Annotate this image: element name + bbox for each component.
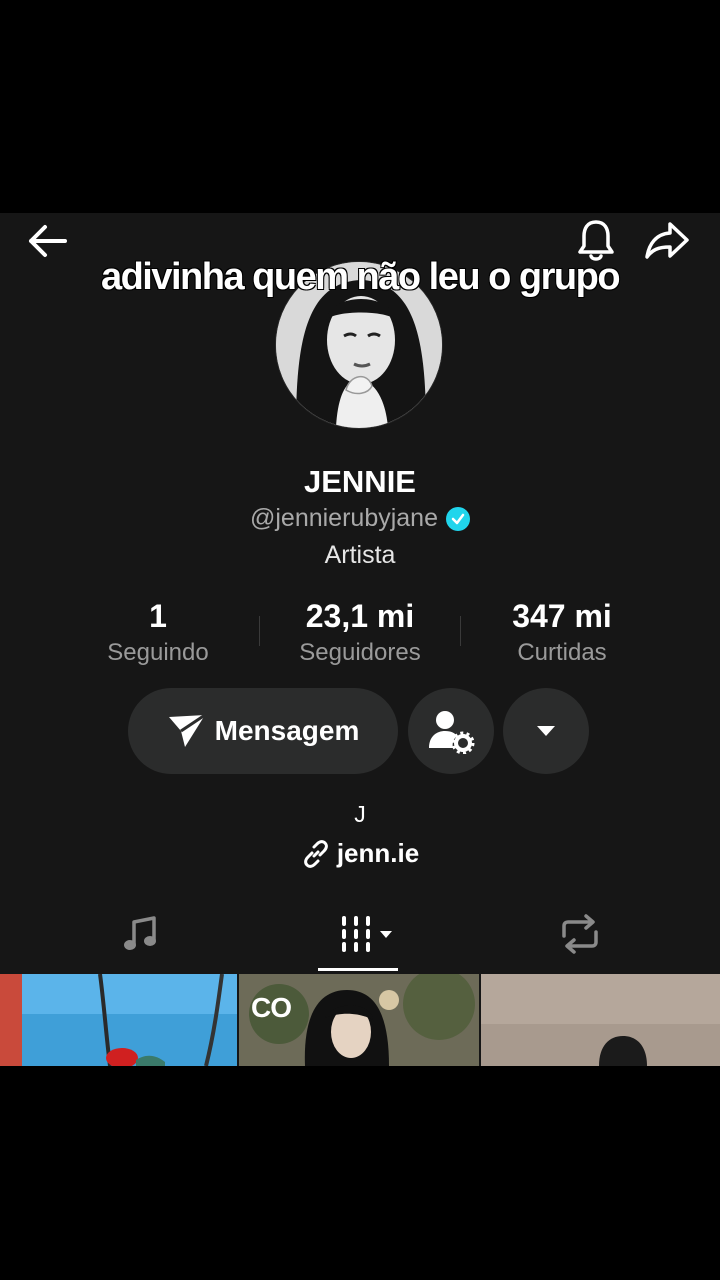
user-settings-icon	[429, 711, 475, 754]
tab-reposts[interactable]	[550, 910, 610, 958]
video-thumbnail[interactable]	[0, 974, 237, 1066]
stat-following[interactable]: 1 Seguindo	[58, 598, 258, 667]
message-button[interactable]: Mensagem	[128, 688, 398, 774]
profile-link[interactable]: jenn.ie	[0, 838, 720, 869]
profile-bio: J	[354, 801, 366, 827]
thumbnail-image	[481, 974, 720, 1066]
more-options-button[interactable]	[503, 688, 589, 774]
likes-label: Curtidas	[517, 639, 607, 666]
thumbnail-overlay-text: CO	[251, 992, 292, 1023]
repost-icon	[562, 914, 598, 954]
verified-badge-icon	[446, 506, 470, 531]
link-icon	[303, 839, 328, 868]
active-tab-indicator	[318, 968, 398, 971]
profile-handle: @jennierubyjane	[249, 504, 438, 532]
likes-count: 347 mi	[512, 598, 612, 634]
stat-divider	[460, 616, 461, 646]
friends-settings-button[interactable]	[408, 688, 494, 774]
following-label: Seguindo	[107, 639, 209, 666]
share-icon	[645, 222, 689, 259]
back-arrow-icon	[29, 225, 67, 257]
profile-link-text: jenn.ie	[336, 838, 420, 868]
chevron-down-icon	[537, 726, 555, 736]
handle-row: @jennierubyjane	[0, 504, 720, 533]
followers-count: 23,1 mi	[305, 598, 415, 634]
following-count: 1	[149, 598, 167, 634]
thumbnail-image	[0, 974, 237, 1066]
stat-followers[interactable]: 23,1 mi Seguidores	[260, 598, 460, 667]
tab-music[interactable]	[110, 910, 170, 958]
stat-likes[interactable]: 347 mi Curtidas	[462, 598, 662, 667]
send-icon	[168, 713, 206, 747]
letterbox-bottom	[0, 1066, 720, 1280]
video-thumbnail[interactable]	[481, 974, 720, 1066]
followers-label: Seguidores	[299, 639, 421, 666]
video-thumbnail[interactable]: CO	[239, 974, 479, 1066]
video-caption: adivinha quem não leu o grupo	[100, 256, 621, 298]
tab-videos[interactable]	[330, 910, 400, 958]
profile-name: JENNIE	[304, 464, 416, 499]
message-button-label: Mensagem	[214, 715, 360, 746]
profile-category: Artista	[324, 541, 396, 569]
music-note-icon	[124, 916, 156, 950]
grid-icon	[342, 916, 392, 952]
